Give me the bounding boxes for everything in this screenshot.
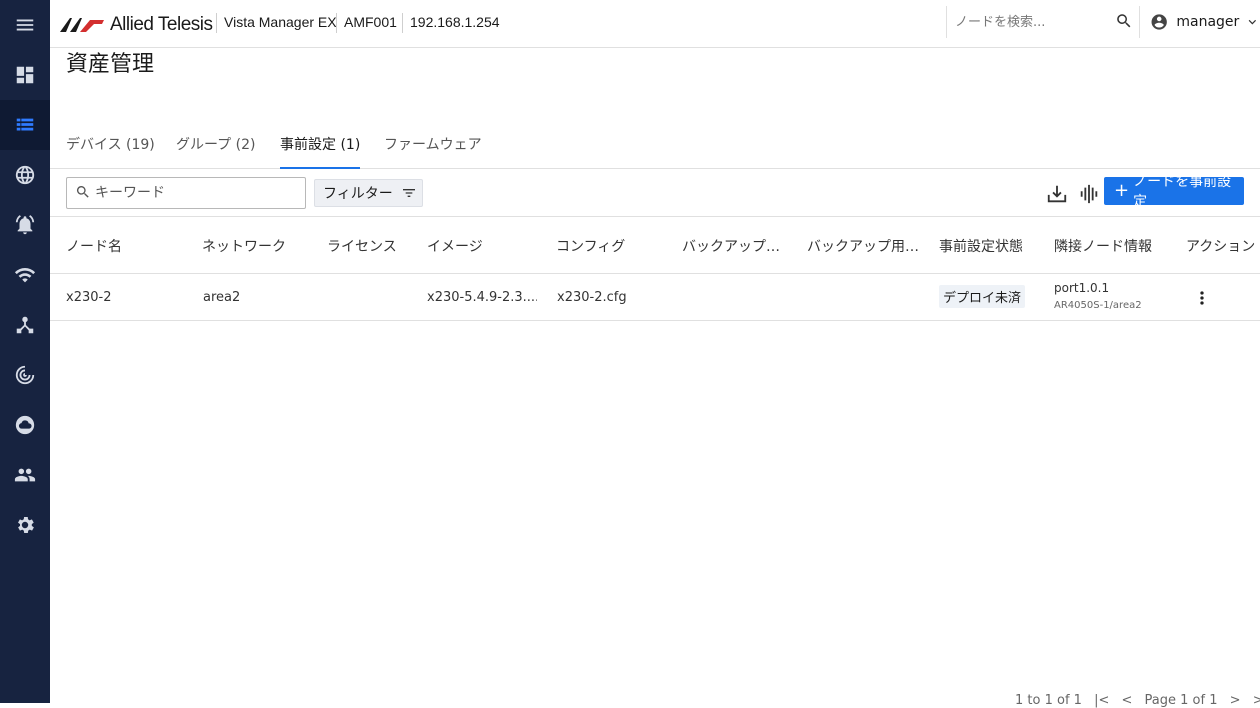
radar-icon[interactable] [0, 350, 50, 400]
column-header-neighbor[interactable]: 隣接ノード情報 [1054, 236, 1169, 256]
tab-groups[interactable]: グループ (2) [176, 134, 255, 169]
column-header-backup-config[interactable]: バックアップ用コンフィグ [807, 236, 921, 256]
add-preconfig-button[interactable]: + ノードを事前設定 [1104, 174, 1244, 210]
filter-button[interactable]: フィルター [314, 179, 423, 207]
settings-gear-icon[interactable] [0, 500, 50, 550]
chevron-down-icon [1248, 19, 1257, 25]
product-name: Vista Manager EX [224, 14, 337, 30]
column-settings-icon[interactable] [1078, 183, 1100, 205]
top-header: Allied Telesis Vista Manager EX AMF001 1… [50, 0, 1260, 48]
keyword-input[interactable] [95, 182, 295, 204]
node-search [946, 6, 1139, 38]
more-actions-icon[interactable] [1192, 288, 1212, 308]
asset-list-icon[interactable] [0, 100, 50, 150]
filter-icon [402, 189, 415, 197]
sidebar [0, 0, 50, 703]
next-page-icon[interactable]: > [1230, 693, 1241, 708]
user-name: manager [1176, 14, 1240, 30]
logo-mark-icon [60, 18, 104, 32]
plus-icon: + [1114, 180, 1130, 201]
globe-icon[interactable] [0, 150, 50, 200]
cell-node-name: x230-2 [66, 290, 112, 305]
header-divider [336, 13, 337, 33]
first-page-icon[interactable]: |< [1094, 693, 1109, 708]
tab-preconfig[interactable]: 事前設定 (1) [280, 134, 361, 169]
header-divider [216, 13, 217, 33]
page-title: 資産管理 [66, 52, 155, 77]
download-icon[interactable] [1046, 183, 1068, 205]
prev-page-icon[interactable]: < [1122, 693, 1133, 708]
column-header-config[interactable]: コンフィグ [556, 236, 671, 256]
wifi-icon[interactable] [0, 250, 50, 300]
node-search-input[interactable] [955, 10, 1110, 34]
cell-neighbor-port: port1.0.1 [1054, 281, 1110, 295]
account-circle-icon [1151, 14, 1167, 30]
pagination: 1 to 1 of 1 |< < Page 1 of 1 > >| [1015, 693, 1260, 708]
tab-firmware[interactable]: ファームウェア [384, 134, 482, 169]
pager-page: Page 1 of 1 [1144, 693, 1218, 708]
column-header-backup-image[interactable]: バックアップ用イメージ [682, 236, 784, 256]
cell-neighbor-node: AR4050S-1/area2 [1054, 300, 1142, 311]
last-page-icon[interactable]: >| [1253, 693, 1260, 708]
cell-config: x230-2.cfg [557, 290, 627, 305]
column-header-node-name[interactable]: ノード名 [66, 236, 186, 256]
table-row[interactable]: x230-2 area2 x230-5.4.9-2.3.... x230-2.c… [50, 274, 1260, 321]
area-selector[interactable]: AMF001 [344, 14, 397, 30]
tab-devices[interactable]: デバイス (19) [66, 134, 155, 169]
logo-text: Allied Telesis [110, 14, 213, 35]
cell-network: area2 [203, 290, 241, 305]
add-preconfig-label: ノードを事前設定 [1133, 174, 1232, 210]
allied-telesis-logo: Allied Telesis [58, 14, 213, 36]
cloud-icon[interactable] [0, 400, 50, 450]
column-header-license[interactable]: ライセンス [327, 236, 417, 256]
users-icon[interactable] [0, 450, 50, 500]
column-header-action: アクション [1186, 239, 1256, 255]
search-icon [76, 186, 89, 198]
table-header: ノード名 ネットワーク ライセンス イメージ コンフィグ バックアップ用イメージ… [50, 217, 1260, 274]
ip-address: 192.168.1.254 [410, 14, 500, 30]
topology-icon[interactable] [0, 300, 50, 350]
search-icon[interactable] [1115, 12, 1133, 30]
filter-label: フィルター [323, 186, 393, 202]
menu-icon[interactable] [0, 0, 50, 50]
alarm-icon[interactable] [0, 200, 50, 250]
column-header-network[interactable]: ネットワーク [202, 236, 317, 256]
column-header-preconfig-status[interactable]: 事前設定状態 [939, 236, 1039, 256]
pager-range: 1 to 1 of 1 [1015, 693, 1082, 708]
tab-bar: デバイス (19) グループ (2) 事前設定 (1) ファームウェア [50, 118, 1260, 169]
keyword-search [66, 177, 306, 209]
user-menu[interactable]: manager [1139, 6, 1260, 38]
column-header-image[interactable]: イメージ [427, 236, 542, 256]
toolbar: フィルター + ノードを事前設定 [50, 169, 1260, 217]
cell-image: x230-5.4.9-2.3.... [427, 290, 537, 305]
status-badge: デプロイ未済 [939, 285, 1026, 308]
header-divider [402, 13, 403, 33]
dashboard-icon[interactable] [0, 50, 50, 100]
